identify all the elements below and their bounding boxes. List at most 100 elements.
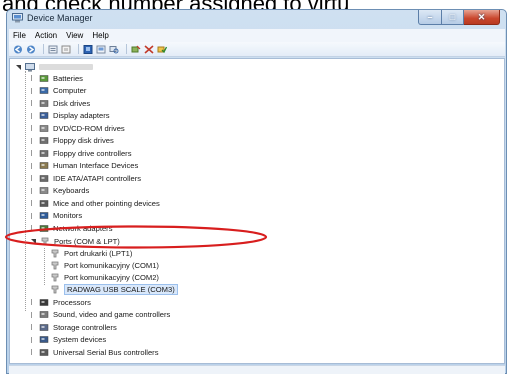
uninstall-icon[interactable] [131, 45, 141, 54]
window-controls: – □ ✕ [418, 10, 500, 26]
collapse-arrow-icon[interactable] [31, 175, 37, 181]
port-item[interactable]: Port komunikacyjny (COM1) [50, 260, 159, 270]
menu-bar: File Action View Help [9, 29, 505, 42]
tree-category[interactable]: Mice and other pointing devices [31, 198, 160, 208]
tree-category-label: Disk drives [53, 98, 91, 108]
tree-category[interactable]: Display adapters [31, 111, 110, 121]
port-item[interactable]: Port komunikacyjny (COM2) [50, 272, 159, 282]
toolbar-separator [78, 44, 79, 54]
tree-category[interactable]: DVD/CD-ROM drives [31, 123, 125, 133]
collapse-arrow-icon[interactable] [31, 162, 37, 169]
collapse-arrow-icon[interactable] [31, 299, 37, 305]
dvd-drive-icon [39, 124, 49, 132]
tree-category-label: System devices [53, 335, 107, 344]
tree-category-label: Floppy drive controllers [53, 148, 132, 158]
floppy-disk-icon [39, 137, 49, 144]
tree-category[interactable]: Human Interface Devices [31, 161, 138, 171]
collapse-arrow-icon[interactable] [31, 311, 37, 318]
storage-controller-icon [39, 323, 49, 331]
disable-icon[interactable] [144, 44, 154, 54]
tree-category-label: Mice and other pointing devices [53, 198, 160, 208]
close-button[interactable]: ✕ [464, 10, 500, 25]
properties-icon[interactable] [48, 45, 58, 54]
collapse-arrow-icon[interactable] [31, 200, 37, 206]
mouse-icon [39, 199, 49, 207]
collapse-arrow-icon[interactable] [31, 150, 37, 156]
tree-category[interactable]: Sound, video and game controllers [31, 310, 170, 320]
keyboard-icon [39, 187, 49, 194]
tree-category[interactable]: Storage controllers [31, 322, 117, 332]
update-driver-icon[interactable] [96, 45, 106, 54]
enable-icon[interactable] [157, 45, 167, 54]
forward-icon[interactable] [26, 45, 36, 54]
toolbar [9, 42, 505, 57]
tree-connector [25, 71, 26, 311]
port-icon [51, 273, 59, 281]
port-icon [51, 261, 59, 269]
collapse-arrow-icon[interactable] [31, 87, 37, 94]
menu-help[interactable]: Help [92, 30, 108, 42]
root-name-redacted [39, 64, 93, 70]
collapse-arrow-icon[interactable] [31, 75, 37, 81]
tree-category-label: Storage controllers [53, 322, 117, 332]
port-item-label: RADWAG USB SCALE (COM3) [64, 283, 178, 295]
computer-icon [39, 87, 49, 94]
show-hide-icon[interactable] [61, 45, 71, 54]
hid-icon [39, 162, 49, 169]
menu-view[interactable]: View [66, 30, 83, 42]
ide-controller-icon [39, 174, 49, 182]
collapse-arrow-icon[interactable] [31, 212, 37, 219]
back-icon[interactable] [13, 45, 23, 54]
tree-category-label: Monitors [53, 211, 83, 220]
toolbar-separator [43, 44, 44, 54]
tree-category[interactable]: Computer [31, 86, 86, 96]
collapse-arrow-icon[interactable] [31, 336, 37, 343]
floppy-controller-icon [39, 149, 49, 157]
maximize-button[interactable]: □ [442, 10, 464, 25]
monitor-icon [39, 212, 49, 219]
collapse-arrow-icon[interactable] [31, 125, 37, 131]
tree-category-label: DVD/CD-ROM drives [53, 123, 125, 133]
collapse-arrow-icon[interactable] [31, 324, 37, 330]
tree-category[interactable]: Processors [31, 297, 91, 307]
tree-category[interactable]: Floppy disk drives [31, 136, 114, 146]
tree-root[interactable] [16, 62, 93, 72]
menu-action[interactable]: Action [35, 30, 57, 42]
window-title: Device Manager [27, 13, 93, 23]
help-icon[interactable] [83, 44, 93, 54]
tree-category-label: Computer [53, 86, 87, 95]
computer-icon [25, 62, 35, 72]
collapse-arrow-icon[interactable] [31, 137, 37, 144]
selected-port-item[interactable]: RADWAG USB SCALE (COM3) [50, 283, 178, 295]
device-manager-icon [12, 13, 23, 23]
scan-hardware-icon[interactable] [109, 45, 119, 54]
tree-category-label: IDE ATA/ATAPI controllers [53, 173, 142, 183]
tree-category[interactable]: Batteries [31, 73, 83, 83]
port-item-label: Port komunikacyjny (COM1) [64, 260, 159, 270]
tree-category[interactable]: Keyboards [31, 186, 89, 196]
collapse-arrow-icon[interactable] [31, 349, 37, 355]
toolbar-separator [126, 44, 127, 54]
minimize-button[interactable]: – [418, 10, 442, 25]
port-item-label: Port komunikacyjny (COM2) [64, 272, 159, 282]
tree-category[interactable]: Monitors [31, 211, 82, 221]
collapse-arrow-icon[interactable] [31, 100, 37, 106]
title-bar[interactable]: Device Manager – □ ✕ [7, 10, 506, 28]
tree-category[interactable]: IDE ATA/ATAPI controllers [31, 173, 141, 183]
tree-category-label: Display adapters [53, 111, 110, 120]
tree-category[interactable]: System devices [31, 335, 106, 345]
tree-category-label: Human Interface Devices [53, 161, 139, 170]
collapse-arrow-icon[interactable] [31, 187, 37, 194]
menu-file[interactable]: File [13, 30, 26, 42]
tree-category[interactable]: Universal Serial Bus controllers [31, 347, 159, 357]
disk-drive-icon [39, 99, 49, 107]
tree-category[interactable]: Floppy drive controllers [31, 148, 132, 158]
tree-category-label: Batteries [53, 73, 83, 83]
tree-category-label: Sound, video and game controllers [53, 310, 171, 319]
device-tree[interactable]: Batteries Computer Disk drives Display adap… [4, 58, 505, 364]
expand-arrow-icon[interactable] [16, 64, 22, 70]
usb-icon [39, 348, 49, 356]
tree-category[interactable]: Disk drives [31, 98, 90, 108]
tree-category-label: Processors [53, 297, 91, 307]
collapse-arrow-icon[interactable] [31, 112, 37, 119]
